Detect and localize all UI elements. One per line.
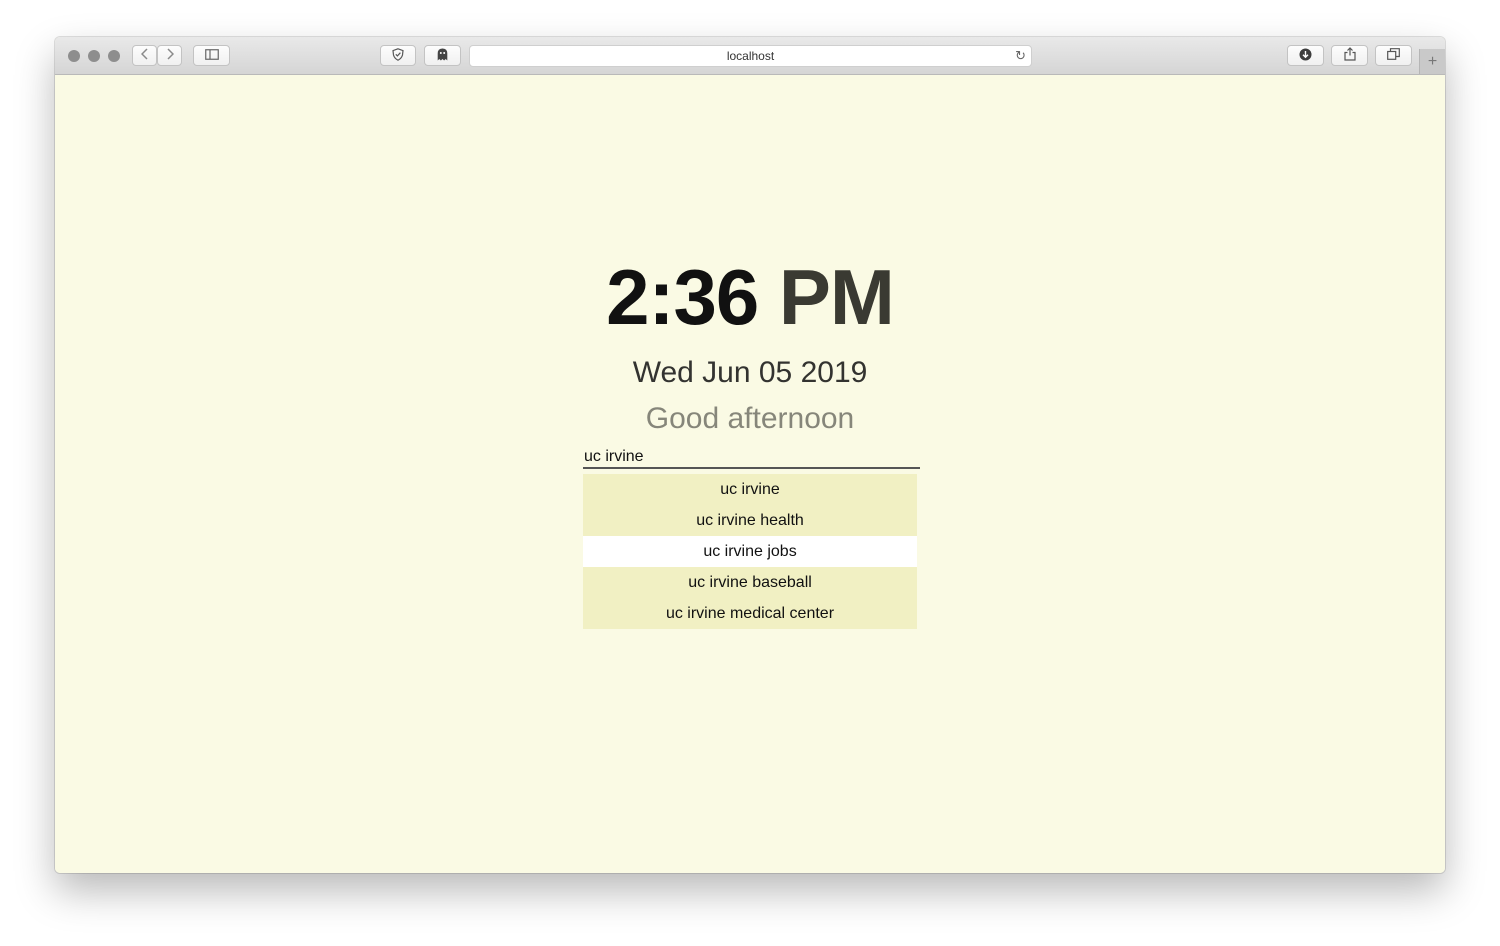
suggestion-item-highlighted[interactable]: uc irvine jobs (583, 536, 917, 567)
shield-icon (392, 47, 404, 64)
clock-time: 2:36 (606, 253, 759, 341)
show-tabs-button[interactable] (1375, 45, 1412, 66)
ghost-icon (437, 48, 448, 64)
downloads-button[interactable] (1287, 45, 1324, 66)
back-icon (140, 48, 149, 63)
share-button[interactable] (1331, 45, 1368, 66)
search-suggestions: uc irvine uc irvine health uc irvine job… (583, 474, 917, 629)
sidebar-button[interactable] (193, 45, 230, 66)
tabs-icon (1387, 48, 1400, 63)
search-input[interactable] (583, 447, 920, 469)
download-icon (1299, 48, 1312, 64)
new-tab-button[interactable]: + (1419, 49, 1445, 74)
greeting-label: Good afternoon (645, 402, 855, 435)
plus-icon: + (1427, 52, 1438, 70)
zoom-window-button[interactable] (108, 50, 120, 62)
page-content: 2:36 PM Wed Jun 05 2019 Good afternoon u… (55, 75, 1445, 873)
url-text: localhost (726, 49, 775, 63)
address-bar[interactable]: localhost ↻ (469, 45, 1032, 67)
suggestion-item[interactable]: uc irvine baseball (583, 567, 917, 598)
extension-button[interactable] (424, 45, 461, 66)
privacy-shield-button[interactable] (380, 45, 416, 66)
browser-toolbar: localhost ↻ + (55, 37, 1445, 75)
forward-icon (166, 48, 174, 63)
minimize-window-button[interactable] (88, 50, 100, 62)
back-button[interactable] (132, 45, 157, 66)
close-window-button[interactable] (68, 50, 80, 62)
sidebar-icon (204, 48, 219, 63)
clock: 2:36 PM (55, 258, 1445, 336)
suggestion-item[interactable]: uc irvine medical center (583, 598, 917, 629)
reload-icon[interactable]: ↻ (1015, 48, 1026, 64)
suggestion-item[interactable]: uc irvine (583, 474, 917, 505)
share-icon (1343, 47, 1356, 64)
clock-ampm: PM (778, 253, 895, 341)
suggestion-item[interactable]: uc irvine health (583, 505, 917, 536)
date-label: Wed Jun 05 2019 (632, 356, 868, 389)
browser-window: localhost ↻ + 2:36 PM Wed Jun 05 2019 Go… (55, 37, 1445, 873)
forward-button[interactable] (157, 45, 182, 66)
